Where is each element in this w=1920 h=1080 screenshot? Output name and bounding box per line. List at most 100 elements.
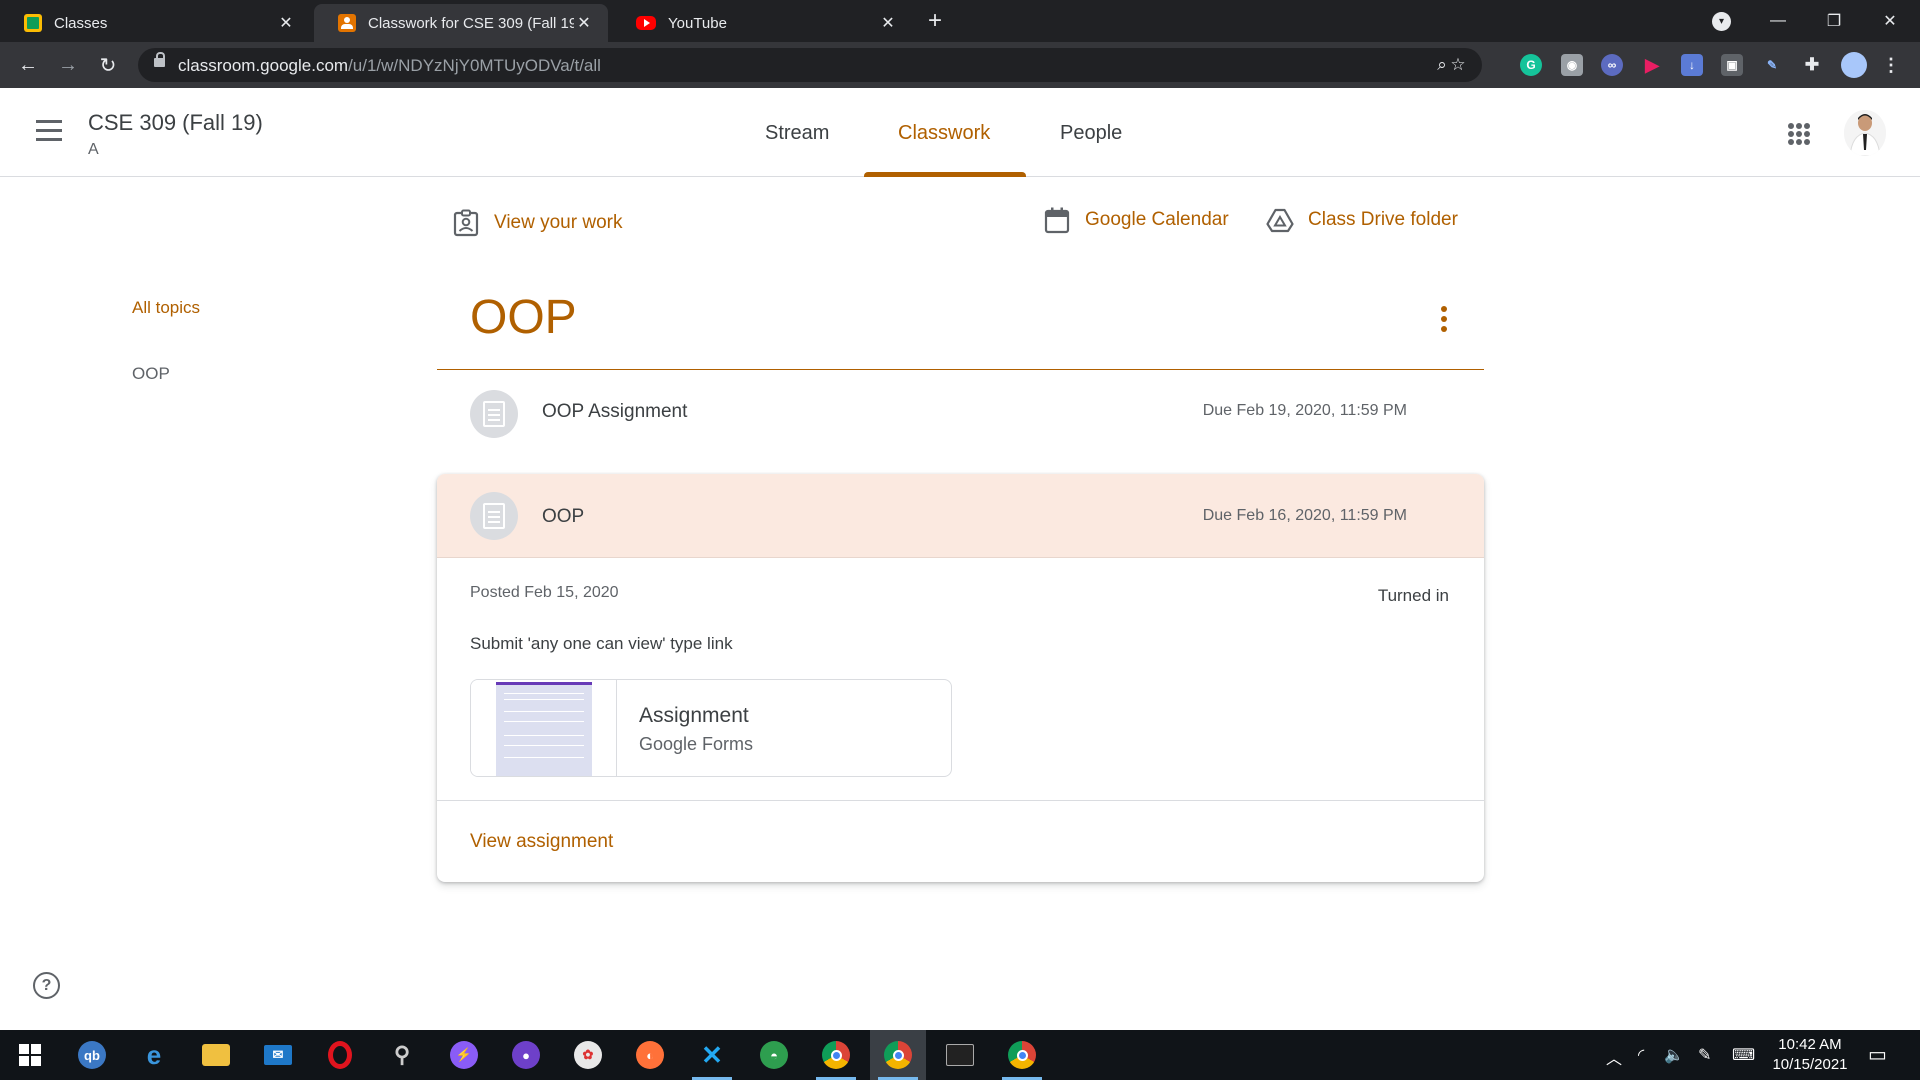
google-calendar-label: Google Calendar xyxy=(1085,209,1229,230)
topic-title: OOP xyxy=(470,291,577,344)
chrome-menu-icon[interactable]: ⋮ xyxy=(1880,54,1902,76)
close-window-icon[interactable]: ✕ xyxy=(1862,0,1918,42)
play-extension-icon[interactable]: ▶ xyxy=(1641,54,1663,76)
github-desktop-icon[interactable]: ● xyxy=(498,1030,554,1080)
clock-time: 10:42 AM xyxy=(1778,1036,1842,1053)
back-icon[interactable]: ← xyxy=(14,51,42,79)
tab-search-icon[interactable]: ▾ xyxy=(1712,12,1731,31)
main-menu-icon[interactable] xyxy=(36,120,62,142)
profile-avatar[interactable] xyxy=(1841,52,1867,78)
posted-date: Posted Feb 15, 2020 xyxy=(470,584,619,601)
show-hidden-icons-icon[interactable]: ︿ xyxy=(1606,1045,1622,1069)
terminal-icon[interactable] xyxy=(932,1030,988,1080)
browser-toolbar: ← → ↻ classroom.google.com/u/1/w/NDYzNjY… xyxy=(0,42,1920,88)
minimize-icon[interactable]: — xyxy=(1750,0,1806,42)
tab-title: Classes xyxy=(54,14,108,32)
tab-title: YouTube xyxy=(668,14,727,32)
satellite-app-icon[interactable]: ⚲ xyxy=(374,1030,430,1080)
camera-extension-icon[interactable]: ◉ xyxy=(1561,54,1583,76)
url-text: classroom.google.com/u/1/w/NDYzNjY0MTUyO… xyxy=(178,56,601,75)
tab-title: Classwork for CSE 309 (Fall 19) A xyxy=(368,14,574,32)
google-apps-icon[interactable] xyxy=(1788,123,1810,145)
reload-icon[interactable]: ↻ xyxy=(94,51,122,79)
tab-stream[interactable]: Stream xyxy=(765,122,829,145)
opera-icon[interactable] xyxy=(312,1030,368,1080)
chrome-active-window-icon[interactable] xyxy=(870,1030,926,1080)
close-tab-icon[interactable]: ✕ xyxy=(574,13,594,33)
classroom-favicon-icon xyxy=(24,14,42,32)
windows-start-icon[interactable] xyxy=(2,1030,58,1080)
grammarly-extension-icon[interactable]: G xyxy=(1520,54,1542,76)
forward-icon[interactable]: → xyxy=(54,51,82,79)
extension-icon[interactable]: ▣ xyxy=(1721,54,1743,76)
restore-icon[interactable]: ❐ xyxy=(1806,0,1862,42)
qbittorrent-icon[interactable]: qb xyxy=(64,1030,120,1080)
attachment-title: Assignment xyxy=(639,704,749,727)
classwork-item-oop[interactable]: OOP Due Feb 16, 2020, 11:59 PM xyxy=(437,474,1484,558)
assignment-description: Submit 'any one can view' type link xyxy=(470,634,733,653)
mail-icon[interactable]: ✉ xyxy=(250,1030,306,1080)
youtube-favicon-icon xyxy=(636,16,656,30)
expanded-assignment-card: OOP Due Feb 16, 2020, 11:59 PM Posted Fe… xyxy=(437,474,1484,882)
windows-taskbar: qb e ✉ ⚲ ⚡ ● ✿ ◐ ✕ ◓ ︿ ◜ 🔈 ✎ ⌨ 10:42 AM … xyxy=(0,1030,1920,1080)
edge-icon[interactable]: e xyxy=(126,1030,182,1080)
keyboard-icon[interactable]: ⌨ xyxy=(1732,1045,1755,1065)
volume-icon[interactable]: 🔈 xyxy=(1664,1045,1684,1065)
item-title: OOP Assignment xyxy=(542,401,688,422)
network-app-icon[interactable]: ◓ xyxy=(746,1030,802,1080)
wifi-icon[interactable]: ◜ xyxy=(1638,1045,1644,1065)
taskbar-clock[interactable]: 10:42 AM 10/15/2021 xyxy=(1760,1035,1860,1075)
clock-date: 10/15/2021 xyxy=(1772,1056,1848,1073)
active-tab-indicator xyxy=(864,172,1026,177)
vscode-icon[interactable]: ✕ xyxy=(684,1030,740,1080)
app-header: CSE 309 (Fall 19) A Stream Classwork Peo… xyxy=(0,88,1920,177)
tab-youtube[interactable]: YouTube ✕ xyxy=(612,4,912,42)
bookmark-star-icon[interactable]: ☆ xyxy=(1448,55,1468,75)
messenger-icon[interactable]: ⚡ xyxy=(436,1030,492,1080)
close-tab-icon[interactable]: ✕ xyxy=(878,13,898,33)
paint-icon[interactable]: ✿ xyxy=(560,1030,616,1080)
class-section: A xyxy=(88,141,99,158)
topic-more-options-icon[interactable] xyxy=(1440,306,1448,332)
submission-status: Turned in xyxy=(1377,586,1449,605)
class-drive-folder-link[interactable]: Class Drive folder xyxy=(1266,206,1458,234)
tab-people[interactable]: People xyxy=(1060,122,1122,145)
avatar[interactable] xyxy=(1844,110,1886,156)
browser-tab-strip: Classes ✕ Classwork for CSE 309 (Fall 19… xyxy=(0,0,1920,42)
attachment-card[interactable]: Assignment Google Forms xyxy=(470,679,952,777)
chrome-profile-icon[interactable] xyxy=(994,1030,1050,1080)
firefox-icon[interactable]: ◐ xyxy=(622,1030,678,1080)
item-title: OOP xyxy=(542,506,585,527)
extensions-puzzle-icon[interactable]: ✚ xyxy=(1801,54,1823,76)
item-due-date: Due Feb 19, 2020, 11:59 PM xyxy=(1202,402,1407,419)
google-calendar-link[interactable]: Google Calendar xyxy=(1043,206,1229,234)
attachment-thumbnail xyxy=(471,680,617,776)
close-tab-icon[interactable]: ✕ xyxy=(276,13,296,33)
chrome-icon[interactable] xyxy=(808,1030,864,1080)
assignment-ind-icon xyxy=(453,209,479,237)
tab-classwork[interactable]: Classwork for CSE 309 (Fall 19) A ✕ xyxy=(314,4,608,42)
view-assignment-link[interactable]: View assignment xyxy=(470,831,613,853)
tab-classes[interactable]: Classes ✕ xyxy=(0,4,310,42)
extension-icon[interactable]: ∞ xyxy=(1601,54,1623,76)
item-due-date: Due Feb 16, 2020, 11:59 PM xyxy=(1202,507,1407,524)
download-extension-icon[interactable]: ↓ xyxy=(1681,54,1703,76)
attachment-type: Google Forms xyxy=(639,734,754,754)
tab-classwork[interactable]: Classwork xyxy=(898,122,990,145)
card-divider xyxy=(437,800,1484,801)
sidebar-item-oop[interactable]: OOP xyxy=(132,364,170,384)
pen-extension-icon[interactable]: ✎ xyxy=(1761,54,1783,76)
class-name[interactable]: CSE 309 (Fall 19) xyxy=(88,110,263,136)
address-bar[interactable]: classroom.google.com/u/1/w/NDYzNjY0MTUyO… xyxy=(138,48,1482,82)
assignment-icon xyxy=(470,492,518,540)
help-icon[interactable]: ? xyxy=(33,972,60,999)
calendar-icon xyxy=(1044,207,1070,234)
sidebar-item-all-topics[interactable]: All topics xyxy=(132,298,200,318)
view-your-work-link[interactable]: View your work xyxy=(452,209,622,237)
notifications-icon[interactable]: ▭ xyxy=(1868,1042,1887,1067)
classwork-item-oop-assignment[interactable]: OOP Assignment Due Feb 19, 2020, 11:59 P… xyxy=(437,370,1484,452)
new-tab-icon[interactable]: + xyxy=(922,7,948,34)
pen-workspace-icon[interactable]: ✎ xyxy=(1698,1045,1711,1065)
file-explorer-icon[interactable] xyxy=(188,1030,244,1080)
google-drive-icon xyxy=(1266,208,1294,233)
